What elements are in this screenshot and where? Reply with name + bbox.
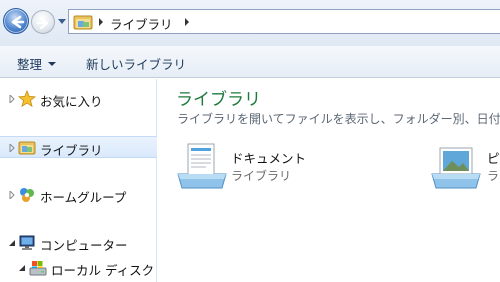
content-pane: ライブラリ ライブラリを開いてファイルを表示し、フォルダー別、日付 ドキュメント…	[158, 79, 500, 282]
recent-pages-dropdown-icon[interactable]	[58, 17, 66, 25]
library-item-type: ラ	[487, 169, 500, 183]
nav-item-libraries[interactable]: ライブラリ	[0, 136, 157, 158]
forward-arrow-icon	[36, 16, 49, 30]
breadcrumb-arrow-icon[interactable]	[184, 18, 190, 26]
navigation-pane: お気に入り ライブラリ ホームグループ コンピューター ローカル ディスク (	[0, 79, 163, 282]
library-folder-icon	[18, 141, 36, 155]
computer-icon	[19, 235, 35, 250]
nav-label-computer: コンピューター	[40, 238, 128, 253]
collapse-arrow-icon[interactable]	[8, 239, 16, 247]
new-library-button[interactable]: 新しいライブラリ	[86, 54, 186, 73]
back-arrow-icon	[11, 15, 25, 29]
breadcrumb-libraries[interactable]: ライブラリ	[110, 14, 173, 33]
library-item-name: ピク	[487, 151, 500, 166]
homegroup-icon	[20, 188, 34, 202]
collapse-arrow-icon[interactable]	[18, 264, 26, 272]
page-subtitle: ライブラリを開いてファイルを表示し、フォルダー別、日付	[177, 112, 500, 126]
library-folder-icon	[73, 15, 93, 30]
command-bar: 整理 新しいライブラリ	[0, 46, 500, 78]
nav-item-favorites[interactable]: お気に入り	[0, 88, 157, 110]
nav-item-local-disk[interactable]: ローカル ディスク (	[0, 257, 163, 279]
forward-button[interactable]	[31, 10, 55, 34]
expand-arrow-icon[interactable]	[9, 191, 15, 199]
page-title: ライブラリ	[176, 90, 261, 110]
star-icon	[18, 90, 36, 108]
library-item-type: ライブラリ	[231, 169, 292, 183]
organize-label: 整理	[17, 57, 43, 72]
library-item-name: ドキュメント	[231, 151, 307, 166]
chevron-down-icon	[48, 61, 57, 66]
nav-label-favorites: お気に入り	[40, 94, 103, 109]
documents-library-icon	[177, 143, 227, 189]
nav-label-local-disk: ローカル ディスク (	[51, 263, 163, 278]
nav-label-homegroup: ホームグループ	[40, 190, 127, 205]
back-button[interactable]	[3, 8, 29, 34]
pictures-library-icon	[431, 147, 481, 189]
address-bar: ライブラリ	[0, 0, 500, 46]
nav-label-libraries: ライブラリ	[40, 143, 103, 158]
nav-item-computer[interactable]: コンピューター	[0, 232, 157, 254]
breadcrumb-arrow-icon[interactable]	[98, 18, 104, 26]
hard-disk-icon	[29, 261, 47, 276]
expand-arrow-icon[interactable]	[9, 95, 15, 103]
organize-button[interactable]: 整理	[17, 54, 57, 73]
expand-arrow-icon[interactable]	[9, 144, 15, 152]
address-box[interactable]: ライブラリ	[68, 9, 500, 34]
nav-item-homegroup[interactable]: ホームグループ	[0, 184, 157, 206]
